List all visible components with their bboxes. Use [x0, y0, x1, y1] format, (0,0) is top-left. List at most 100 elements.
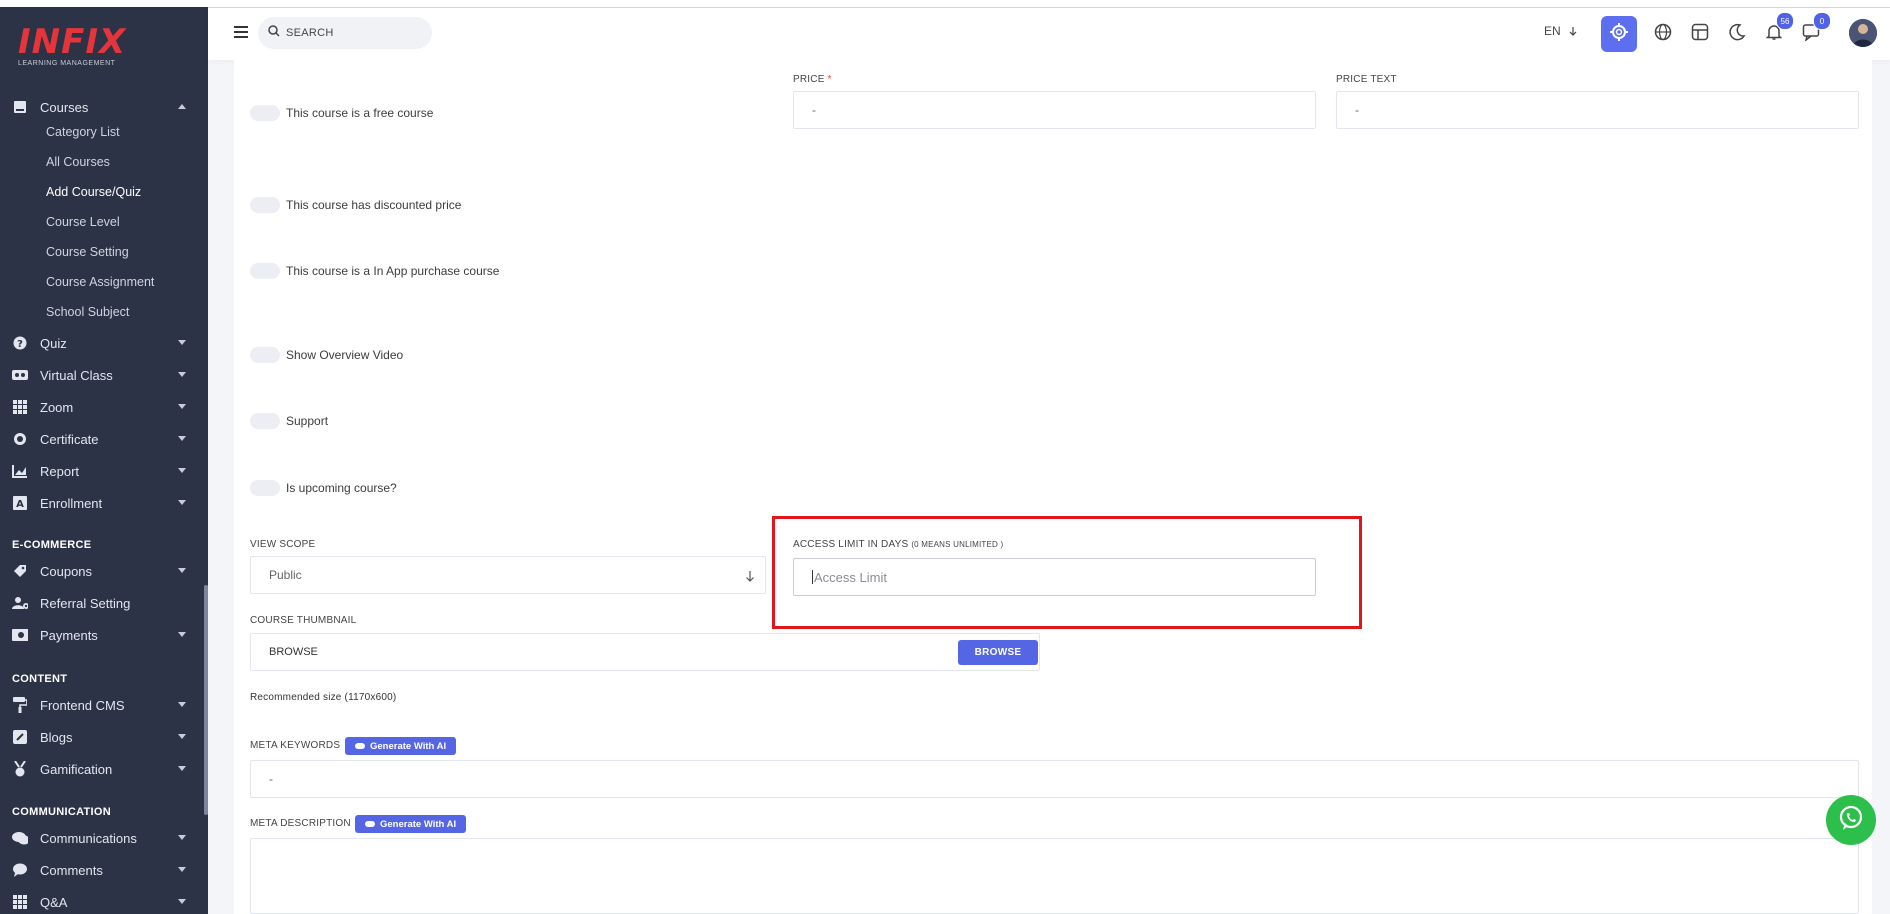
chevron-down-icon: [178, 766, 186, 771]
generate-keywords-ai-button[interactable]: Generate With AI: [345, 737, 457, 755]
chevron-down-icon: [178, 568, 186, 573]
generate-description-ai-button[interactable]: Generate With AI: [355, 815, 467, 833]
sidebar-item-payments[interactable]: Payments: [0, 621, 208, 649]
sidebar-item-quiz[interactable]: ? Quiz: [0, 329, 208, 357]
settings-button[interactable]: [1601, 16, 1637, 52]
sidebar-item-communications[interactable]: Communications: [0, 824, 208, 852]
moon-icon: [1728, 23, 1746, 46]
certificate-icon: [12, 431, 28, 447]
browse-button[interactable]: BROWSE: [958, 640, 1038, 665]
free-course-toggle[interactable]: [250, 105, 280, 121]
sidebar-subitem-all-courses[interactable]: All Courses: [46, 155, 110, 169]
sidebar-subitem-course-level[interactable]: Course Level: [46, 215, 120, 229]
sidebar-item-label: Enrollment: [40, 495, 103, 511]
layout-button[interactable]: [1682, 16, 1718, 52]
grid-icon: [12, 894, 28, 910]
free-course-label: This course is a free course: [286, 106, 434, 120]
discount-toggle[interactable]: [250, 197, 280, 213]
cloud-icon: [365, 821, 375, 827]
sidebar-scrollbar[interactable]: [204, 585, 208, 815]
overview-video-label: Show Overview Video: [286, 348, 404, 362]
notification-badge: 56: [1776, 12, 1794, 30]
sidebar-item-qa[interactable]: Q&A: [0, 888, 208, 914]
comment-icon: [12, 862, 28, 878]
sidebar-subitem-course-setting[interactable]: Course Setting: [46, 245, 129, 259]
top-border: [0, 0, 1890, 8]
language-selector[interactable]: EN: [1544, 24, 1578, 38]
sidebar-subitem-course-assignment[interactable]: Course Assignment: [46, 275, 154, 289]
sidebar-item-frontend-cms[interactable]: Frontend CMS: [0, 691, 208, 719]
price-text-label: PRICE TEXT: [1336, 74, 1397, 85]
sidebar-item-coupons[interactable]: Coupons: [0, 557, 208, 585]
medal-icon: [12, 761, 28, 777]
sidebar-item-label: Coupons: [40, 563, 93, 579]
sidebar-item-enrollment[interactable]: A Enrollment: [0, 489, 208, 517]
menu-toggle-icon[interactable]: [234, 26, 248, 41]
users-cog-icon: [12, 595, 28, 611]
sidebar-item-label: Frontend CMS: [40, 697, 125, 713]
language-label: EN: [1544, 24, 1561, 38]
chevron-down-icon: [178, 734, 186, 739]
sidebar-subitem-school-subject[interactable]: School Subject: [46, 305, 129, 319]
price-value: -: [812, 103, 816, 117]
avatar[interactable]: [1849, 19, 1877, 47]
sidebar-item-label: Courses: [40, 99, 89, 115]
logo[interactable]: INFIX LEARNING MANAGEMENT: [18, 25, 126, 67]
chevron-down-icon: [178, 702, 186, 707]
notifications-button[interactable]: 56: [1756, 12, 1794, 52]
section-ecommerce: E-COMMERCE: [12, 539, 92, 551]
sidebar-item-gamification[interactable]: Gamification: [0, 755, 208, 783]
sidebar-item-virtual-class[interactable]: Virtual Class: [0, 361, 208, 389]
sidebar-subitem-add-course[interactable]: Add Course/Quiz: [46, 185, 141, 199]
comments-icon: [12, 830, 28, 846]
sidebar-item-blogs[interactable]: Blogs: [0, 723, 208, 751]
sidebar-subitem-category-list[interactable]: Category List: [46, 125, 120, 139]
chevron-down-icon: [178, 899, 186, 904]
sidebar-item-zoom[interactable]: Zoom: [0, 393, 208, 421]
sidebar-item-certificate[interactable]: Certificate: [0, 425, 208, 453]
upcoming-course-toggle[interactable]: [250, 480, 280, 496]
sidebar-item-report[interactable]: Report: [0, 457, 208, 485]
logo-text: INFIX: [18, 22, 127, 62]
sidebar-item-referral-setting[interactable]: Referral Setting: [0, 589, 208, 617]
thumbnail-label: COURSE THUMBNAIL: [250, 615, 357, 626]
arrow-down-icon: [745, 570, 755, 585]
sidebar-item-comments[interactable]: Comments: [0, 856, 208, 884]
in-app-purchase-toggle[interactable]: [250, 263, 280, 279]
whatsapp-chat-button[interactable]: [1826, 795, 1876, 845]
price-input[interactable]: -: [793, 91, 1316, 129]
chevron-up-icon: [178, 104, 186, 109]
sidebar-item-label: Report: [40, 463, 80, 479]
globe-icon: [1654, 23, 1672, 46]
arrow-down-icon: [1564, 24, 1578, 38]
messages-button[interactable]: 0: [1793, 12, 1831, 52]
view-scope-select[interactable]: Public: [250, 556, 766, 594]
discount-label: This course has discounted price: [286, 198, 462, 212]
generate-ai-label: Generate With AI: [380, 818, 457, 830]
sidebar-item-courses[interactable]: Courses: [0, 93, 208, 121]
price-text-input[interactable]: -: [1336, 91, 1859, 129]
cloud-icon: [355, 743, 365, 749]
enrollment-icon: A: [12, 495, 28, 511]
vr-headset-icon: [12, 367, 28, 383]
theme-toggle-button[interactable]: [1719, 16, 1755, 52]
search-input[interactable]: SEARCH: [258, 17, 432, 49]
meta-keywords-label: META KEYWORDS: [250, 740, 341, 751]
chart-icon: [12, 463, 28, 479]
overview-video-toggle[interactable]: [250, 347, 280, 363]
website-button[interactable]: [1645, 16, 1681, 52]
highlight-box: [772, 516, 1362, 629]
support-toggle[interactable]: [250, 413, 280, 429]
meta-keywords-input[interactable]: -: [250, 760, 1859, 798]
sidebar-item-label: Gamification: [40, 761, 113, 777]
thumbnail-file-input[interactable]: BROWSE: [250, 633, 1040, 671]
edit-icon: [12, 729, 28, 745]
top-header: SEARCH EN 56 0: [208, 8, 1890, 60]
meta-description-label: META DESCRIPTION: [250, 818, 351, 829]
question-icon: ?: [12, 335, 28, 351]
meta-description-textarea[interactable]: [250, 838, 1859, 914]
recommended-size-note: Recommended size (1170x600): [250, 692, 397, 703]
price-label: PRICE *: [793, 74, 832, 85]
section-communication: COMMUNICATION: [12, 806, 112, 818]
sidebar-item-label: Payments: [40, 627, 98, 643]
